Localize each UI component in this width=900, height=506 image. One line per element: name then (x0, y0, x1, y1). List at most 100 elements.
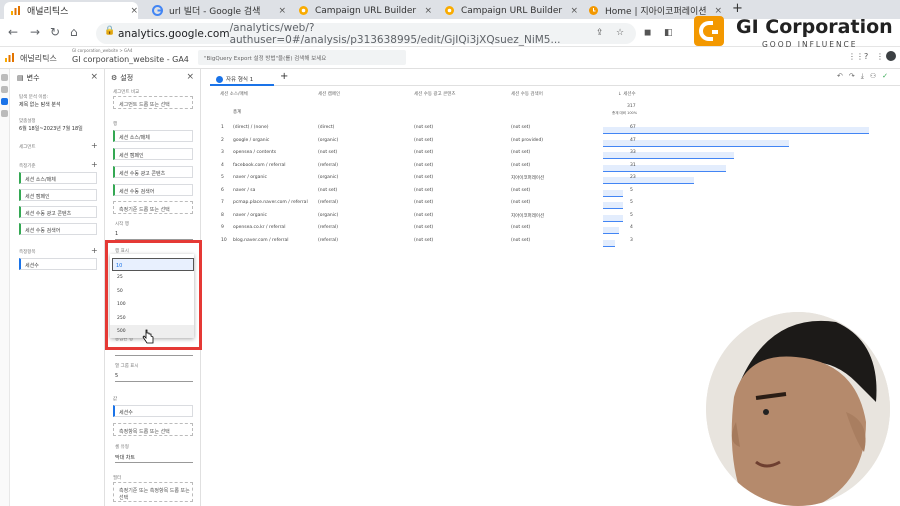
segment-compare-label: 세그먼트 비교 (113, 90, 140, 95)
table-cell-content: (not set) (414, 150, 434, 155)
undo-icon[interactable]: ↶ (837, 72, 849, 80)
dimension-chip[interactable]: 세션 캠페인 (19, 189, 97, 201)
reports-nav-icon[interactable] (1, 86, 8, 93)
table-row[interactable]: 8 naver / organic (organic) (not set) 지아이코퍼레… (210, 210, 900, 222)
variables-panel: ▤ 변수 × 탐색 분석 이름: 제목 없는 탐색 분석 맞춤설정 6월 18일~2… (11, 69, 105, 506)
table-cell-content: (not set) (414, 200, 434, 205)
table-cell-term: (not set) (511, 125, 531, 130)
filter-drop-zone[interactable]: 측정기준 또는 측정항목 드롭 또는 선택 (113, 482, 193, 502)
tab-close-icon[interactable]: × (130, 6, 138, 16)
table-cell-camp: (referral) (318, 225, 339, 230)
value-chip[interactable]: 세션수 (113, 405, 193, 417)
column-header[interactable]: 세션 캠페인 (318, 91, 340, 97)
cell-type-select[interactable]: 막대 차트 (115, 450, 193, 463)
home-icon[interactable]: ⌂ (70, 25, 78, 39)
analytics-logo-icon (5, 53, 14, 62)
table-cell-sessions: 31 (630, 162, 636, 168)
add-tab-button[interactable]: + (280, 71, 288, 82)
url-input[interactable]: 🔒 analytics.google.com/analytics/web/?au… (96, 22, 636, 46)
logo-tagline: GOOD INFLUENCE (762, 40, 858, 49)
property-selector[interactable]: GI corporation_website - GA4 (72, 55, 189, 64)
add-dimension-icon[interactable]: + (91, 160, 98, 169)
column-header[interactable]: 세션 수동 검색어 (511, 91, 543, 97)
column-header-sessions[interactable]: ↓ 세션수 (618, 91, 636, 97)
analytics-tab-icon (11, 6, 20, 15)
redo-icon[interactable]: ↷ (849, 72, 861, 80)
table-row[interactable]: 5 naver / organic (organic) (not set) 지아이코퍼레… (210, 172, 900, 184)
browser-tab-campaign-builder-2[interactable]: Campaign URL Builder × (438, 2, 578, 19)
table-cell-sessions: 4 (630, 225, 633, 230)
tab-close-icon[interactable]: × (714, 6, 722, 16)
status-check-icon[interactable]: ✓ (882, 72, 894, 80)
new-tab-button[interactable]: + (732, 1, 743, 16)
share-icon[interactable]: ⇪ (596, 28, 604, 38)
forward-arrow-icon[interactable]: → (30, 25, 40, 39)
table-cell-n: 3 (221, 150, 224, 155)
dimension-chip[interactable]: 세션 수동 광고 콘텐츠 (19, 206, 97, 218)
table-row[interactable]: 10 blog.naver.com / referral (referral) (no… (210, 235, 900, 247)
table-cell-camp: (not set) (318, 187, 338, 193)
row-chip[interactable]: 세션 소스/매체 (113, 130, 193, 142)
back-arrow-icon[interactable]: ← (8, 25, 18, 39)
tab-close-icon[interactable]: × (278, 6, 286, 16)
table-cell-src: naver / sa (233, 187, 256, 193)
column-groups-select[interactable]: 5 (115, 369, 193, 382)
exploration-name-input[interactable]: 제목 없는 탐색 분석 (19, 101, 61, 108)
download-icon[interactable]: ⤓ (861, 72, 870, 80)
url-host: analytics.google.com (118, 27, 230, 40)
account-breadcrumb[interactable]: GI corporation_website > GA4 (72, 48, 132, 53)
table-cell-content: (not set) (414, 175, 434, 180)
table-cell-src: (direct) / (none) (233, 125, 269, 130)
table-row[interactable]: 4 facebook.com / referral (referral) (not s… (210, 160, 900, 172)
home-nav-icon[interactable] (1, 74, 8, 81)
column-header[interactable]: 세션 소스/매체 (220, 91, 248, 97)
date-range-picker[interactable]: 6월 18일~2023년 7월 18일 (19, 125, 83, 132)
dimensions-label: 측정기준 (19, 164, 36, 169)
add-metric-icon[interactable]: + (91, 246, 98, 255)
table-cell-camp: (organic) (318, 175, 339, 180)
add-segment-icon[interactable]: + (91, 141, 98, 150)
segment-drop-zone[interactable]: 세그먼트 드롭 또는 선택 (113, 96, 193, 109)
browser-tab-campaign-builder-1[interactable]: Campaign URL Builder × (292, 2, 432, 19)
row-chip[interactable]: 세션 캠페인 (113, 148, 193, 160)
column-header[interactable]: 세션 수동 광고 콘텐츠 (414, 91, 456, 97)
reload-icon[interactable]: ↻ (50, 25, 60, 39)
table-cell-camp: (referral) (318, 162, 339, 168)
table-row[interactable]: 2 google / organic (organic) (not set) (not … (210, 135, 900, 147)
close-icon[interactable]: × (186, 72, 194, 82)
row-chip[interactable]: 세션 수동 광고 콘텐츠 (113, 166, 193, 178)
extension-icon[interactable]: ◧ (664, 28, 673, 38)
start-row-input[interactable]: 1 (115, 227, 193, 240)
advertising-nav-icon[interactable] (1, 110, 8, 117)
tab-close-icon[interactable]: × (424, 6, 432, 16)
dimension-chip[interactable]: 세션 소스/매체 (19, 172, 97, 184)
extension-icon[interactable]: ◼ (644, 28, 651, 38)
explore-nav-icon[interactable] (1, 98, 8, 105)
gear-orange-icon (299, 6, 308, 15)
total-label: 총계 (233, 110, 242, 115)
table-row[interactable]: 3 opensea / contents (not set) (not set) (no… (210, 147, 900, 159)
bookmark-star-icon[interactable]: ☆ (616, 28, 624, 38)
table-cell-src: pcmap.place.naver.com / referral (233, 200, 308, 205)
table-row[interactable]: 1 (direct) / (none) (direct) (not set) (not … (210, 122, 900, 134)
browser-tab-google-search[interactable]: url 빌더 - Google 검색 × (146, 2, 286, 19)
ga-search-input[interactable]: "BigQuery Export 설정 방법"을(를) 검색해 보세요 (198, 50, 406, 65)
row-chip[interactable]: 세션 수동 검색어 (113, 184, 193, 196)
tab-freeform-1[interactable]: 자유 형식 1 (210, 71, 274, 86)
table-row[interactable]: 7 pcmap.place.naver.com / referral (referr… (210, 197, 900, 209)
share-user-icon[interactable]: ⚇ (870, 72, 882, 80)
date-range-label: 맞춤설정 (19, 119, 36, 124)
row-drop-zone[interactable]: 측정기준 드롭 또는 선택 (113, 201, 193, 214)
value-drop-zone[interactable]: 측정항목 드롭 또는 선택 (113, 423, 193, 436)
tab-label: 자유 형식 1 (226, 77, 254, 83)
table-row[interactable]: 6 naver / sa (not set) (not set) (not set) 5 (210, 185, 900, 197)
dimension-chip[interactable]: 세션 수동 검색어 (19, 223, 97, 235)
table-row[interactable]: 9 opensea.co.kr / referral (referral) (not … (210, 222, 900, 234)
variables-icon: ▤ (17, 74, 24, 82)
tab-close-icon[interactable]: × (570, 6, 578, 16)
close-icon[interactable]: × (90, 72, 98, 82)
table-cell-src: google / organic (233, 137, 270, 143)
tab-title: url 빌더 - Google 검색 (169, 7, 261, 17)
metric-chip[interactable]: 세션수 (19, 258, 97, 270)
browser-tab-analytics[interactable]: 애널리틱스 × (4, 2, 138, 19)
